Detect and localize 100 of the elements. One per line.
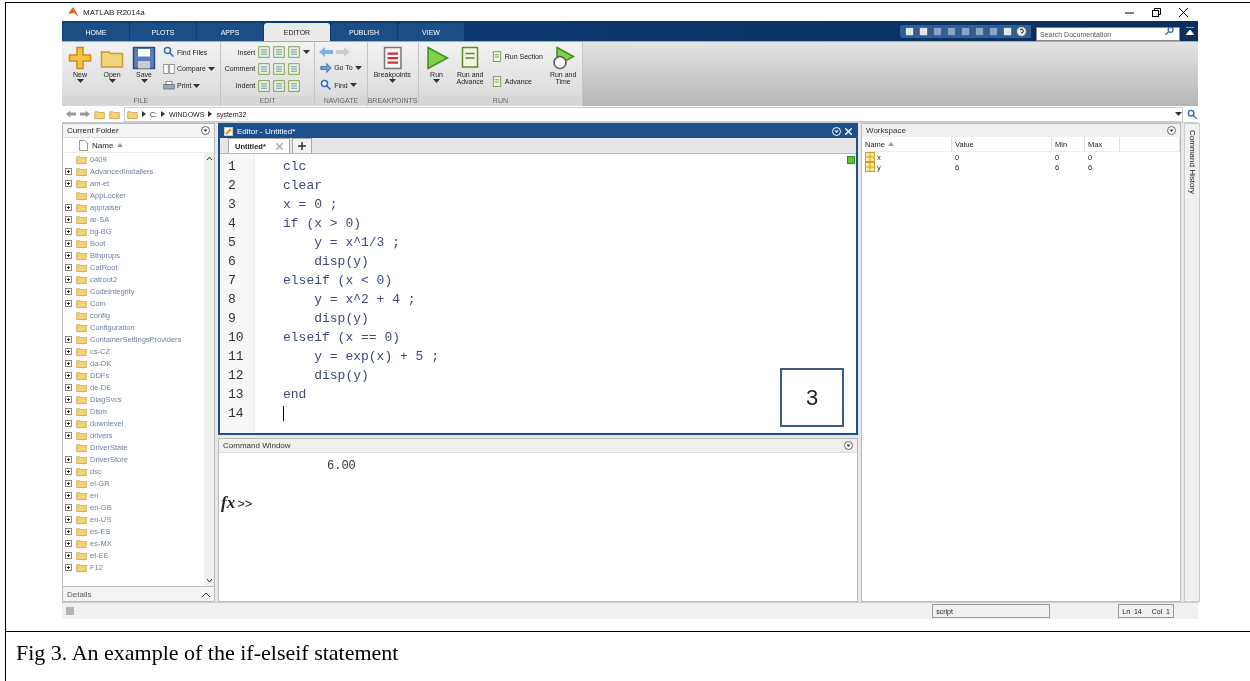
line-number: 7 [227,272,237,290]
editor-icon [224,127,233,136]
expand-icon[interactable] [64,419,72,427]
expand-icon[interactable] [64,371,72,379]
back-arrow-icon[interactable] [66,110,76,118]
line-number: 9 [227,310,237,328]
command-output: 6.00 [326,458,357,473]
column-header[interactable]: Name [92,140,114,150]
expand-icon[interactable] [64,467,72,475]
folder-icon [76,477,87,489]
expand-icon[interactable] [64,491,72,499]
scrollbar[interactable] [204,153,214,586]
side-tab[interactable]: Command History [1184,123,1200,602]
code-line: end [283,386,307,404]
line-number: 1 [227,158,237,176]
expand-icon[interactable] [64,563,72,571]
close-icon[interactable] [1179,7,1188,17]
tool-icon [273,46,286,59]
scroll-up-icon[interactable] [205,156,213,161]
expand-icon[interactable] [64,275,72,283]
expand-icon[interactable] [64,407,72,415]
line-number: 13 [227,386,245,404]
help-icon[interactable] [1016,25,1027,37]
line-number: 14 [227,405,245,423]
search-icon [320,79,333,92]
folder-icon [76,309,87,321]
code-line: elseif (x == 0) [283,329,401,347]
folder-icon [76,225,87,237]
panel-title: Editor - Untitled* [237,127,296,136]
expand-icon[interactable] [64,503,72,511]
expand-icon[interactable] [64,299,72,307]
folder-icon [76,249,87,261]
expand-panel-icon[interactable] [202,591,210,597]
expand-icon[interactable] [64,383,72,391]
folder-icon [76,441,87,453]
folder-icon [76,285,87,297]
line-number: 2 [227,177,237,195]
expand-icon[interactable] [64,227,72,235]
matrix-icon [865,162,875,172]
folder-icon [76,237,87,249]
expand-icon[interactable] [64,179,72,187]
collapse-icon[interactable] [1186,27,1194,35]
app-logo-icon [68,7,79,17]
new-tab-button[interactable] [291,138,312,153]
folder-icon [76,429,87,441]
play-icon [424,46,449,70]
expand-icon[interactable] [64,263,72,271]
folder-icon [76,261,87,273]
scroll-down-icon[interactable] [205,578,213,583]
expand-icon[interactable] [64,215,72,223]
expand-icon[interactable] [64,239,72,247]
expand-icon[interactable] [64,287,72,295]
annotation-label: 3 [780,368,844,427]
folder-icon [76,465,87,477]
forward-arrow-icon[interactable] [80,110,90,118]
expand-icon[interactable] [64,251,72,259]
expand-icon[interactable] [64,359,72,367]
expand-icon[interactable] [64,527,72,535]
folder-icon [76,177,87,189]
code-line: elseif (x < 0) [283,272,393,290]
panel-menu-icon[interactable] [1167,126,1176,135]
restore-icon[interactable] [1152,7,1161,17]
panel-title: Details [67,589,92,599]
function-browser-button[interactable]: fx [221,493,236,513]
expand-icon[interactable] [64,551,72,559]
expand-icon[interactable] [64,479,72,487]
search-icon [163,46,175,59]
expand-icon[interactable] [64,515,72,523]
tool-icon [288,63,301,75]
code-line: disp(y) [313,310,369,328]
window-title: MATLAB R2014a [83,7,145,17]
folder-icon [76,549,87,561]
command-prompt: >> [237,496,253,511]
code-line: x = 0 ; [283,196,338,214]
panel-menu-icon[interactable] [201,126,210,135]
folder-icon [76,321,87,333]
code-line: if (x > 0) [283,215,361,233]
chevron-icon [142,111,146,117]
expand-icon[interactable] [64,347,72,355]
tool-icon [273,63,286,75]
expand-icon[interactable] [64,203,72,211]
expand-icon[interactable] [64,167,72,175]
code-line: y = exp(x) + 5 ; [313,348,440,366]
expand-icon[interactable] [64,395,72,403]
expand-icon[interactable] [64,539,72,547]
folder-icon [76,189,87,201]
expand-icon[interactable] [64,431,72,439]
expand-icon[interactable] [64,455,72,463]
folder-icon [76,405,87,417]
folder-icon [76,417,87,429]
chevron-icon [161,111,165,117]
folder-icon [76,333,87,345]
expand-icon[interactable] [64,335,72,343]
panel-menu-icon[interactable] [844,441,853,450]
line-number: 4 [227,215,237,233]
line-number: 11 [227,348,245,366]
folder-icon [76,357,87,369]
panel-title: Command Window [223,441,291,450]
folder-icon [76,381,87,393]
matrix-icon [865,152,875,162]
